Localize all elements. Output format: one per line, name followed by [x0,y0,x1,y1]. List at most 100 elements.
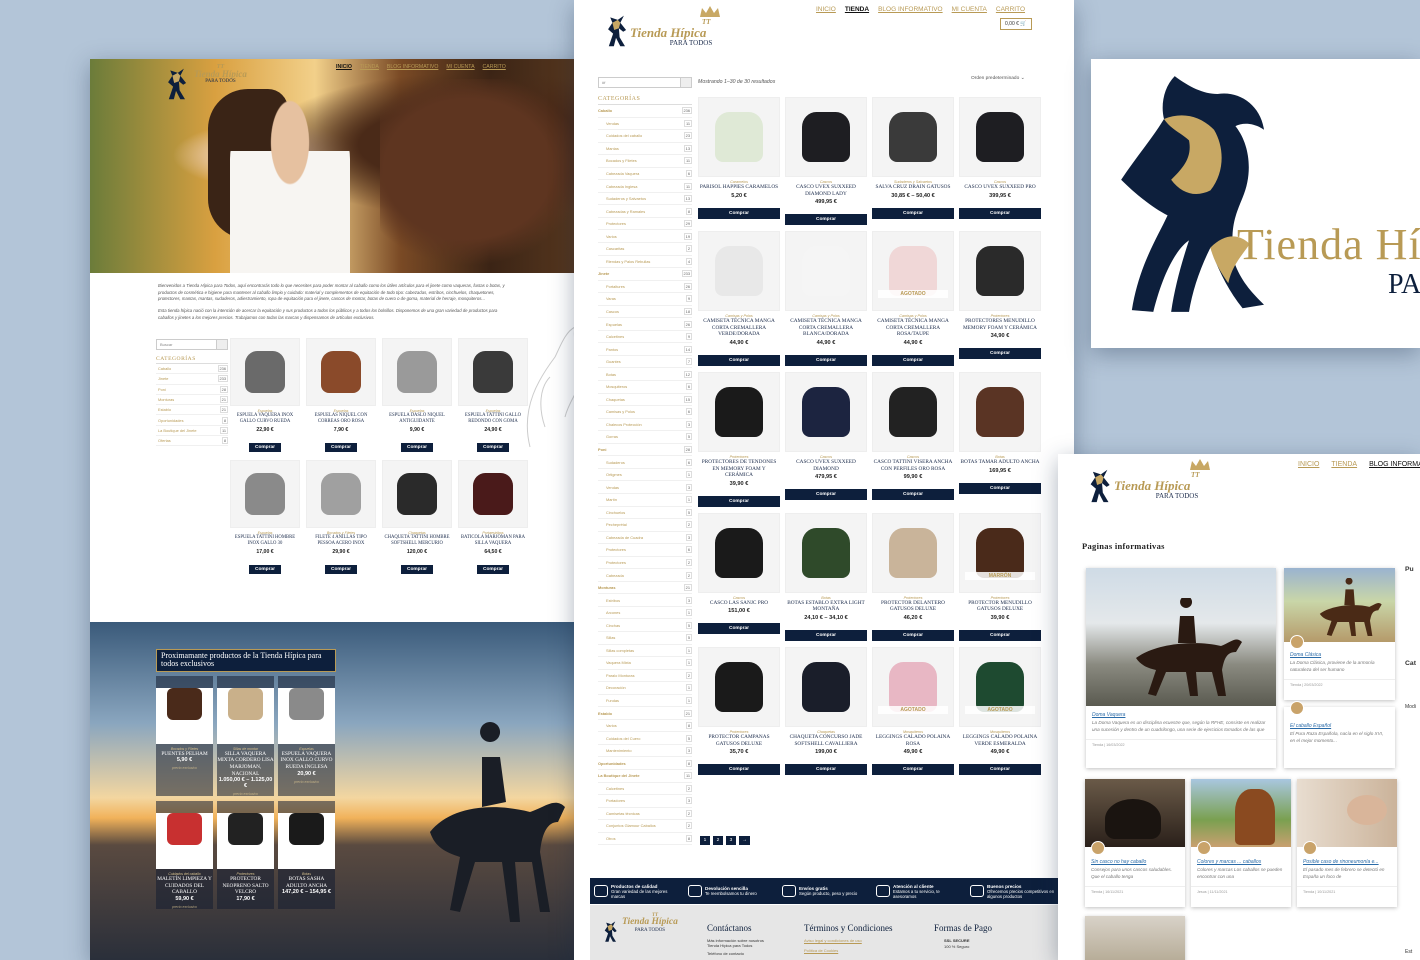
product-name[interactable]: Espuela Daslo niquel antiguidante [382,413,452,425]
category-item[interactable]: Poni 28 [598,444,692,457]
product-name[interactable]: Espuela vaquera inox gallo curvo rueda [230,413,300,425]
product-name[interactable]: Casco Uvex suxxeed pro [959,184,1041,191]
category-item[interactable]: Cascaritas 2 [598,243,692,256]
page-2[interactable]: 2 [713,836,723,845]
exclusive-name[interactable]: Espuela vaquera inox gallo curvo rueda i… [278,751,335,771]
buy-button[interactable]: Comprar [249,442,281,452]
category-item[interactable]: Cabezada de Cuadra 3 [598,532,692,545]
cookies-link[interactable]: Política de Cookies [804,948,838,953]
search-input[interactable]: #f [598,77,692,88]
category-item[interactable]: Chalecos Protección 3 [598,419,692,432]
product-image[interactable] [785,512,867,593]
product-image[interactable] [785,231,867,312]
product-name[interactable]: Leggings calado polaina verde esmeralda [959,734,1041,747]
category-item[interactable]: Decoración 1 [598,682,692,695]
logo[interactable]: TT Tienda Hípica PARA TODOS [158,64,247,102]
nav-cuenta[interactable]: MI CUENTA [446,64,474,70]
nav-blog[interactable]: BLOG INFORMATIVO [1369,461,1420,468]
category-item[interactable]: Cabezada Inglesa 11 [598,180,692,193]
category-item[interactable]: Calcetines 9 [598,331,692,344]
category-item[interactable]: Varios 19 [598,230,692,244]
nav-inicio[interactable]: INICIO [1298,461,1319,468]
exclusive-name[interactable]: Protector neopreno salto velcro [217,876,274,896]
cart-button[interactable]: 0,00 € 🛒 [1000,18,1032,30]
product-image[interactable] [698,512,780,593]
category-item[interactable]: La Boutique del Jinete 11 [598,770,692,783]
category-item[interactable]: Protectores 29 [598,218,692,231]
product-name[interactable]: Espuelas niquel con correas oro rosa [306,413,376,425]
category-item[interactable]: Protectores 2 [598,557,692,570]
product-name[interactable]: Filete 4 anillas tipo pessoa acero inox [306,535,376,547]
buy-button[interactable]: Comprar [698,355,780,367]
category-item[interactable]: Mosquiteros 6 [598,381,692,394]
category-item[interactable]: Caballo 236 [598,105,692,118]
category-item[interactable]: Riendas y Palos Rebullas 4 [598,256,692,269]
logo[interactable]: TT Tienda Hípica PARA TODOS [598,5,722,55]
page-1[interactable]: 1 [700,836,710,845]
product-name[interactable]: Casco LAS Sanjc pro [698,600,780,607]
buy-button[interactable]: Comprar [698,764,780,776]
buy-button[interactable]: Comprar [872,355,954,367]
product-image[interactable] [156,813,213,870]
product-image[interactable] [156,687,213,744]
category-item[interactable]: Gorras 5 [598,431,692,444]
product-image[interactable] [217,687,274,744]
blog-post-card[interactable]: Sin casco no hay caballo Consejos para u… [1085,779,1185,907]
blog-post-card[interactable]: Colores y marcas ... caballos Colores y … [1191,779,1291,907]
exclusive-name[interactable]: Silla vaquera mixta cordero lisa Marjoma… [217,751,274,777]
category-item[interactable]: Varas 9 [598,293,692,306]
product-name[interactable]: Leggings calado polaina rosa [872,734,954,747]
exclusive-name[interactable]: Botas Sasha adulto ancha [278,876,335,889]
buy-button[interactable]: Comprar [477,564,509,574]
product-name[interactable]: Protectores de tendones en memory foam y… [698,459,780,479]
category-item[interactable]: Guantes 7 [598,356,692,369]
product-name[interactable]: Camiseta técnica manga corta cremallera … [872,318,954,338]
product-name[interactable]: Espuela tattini hombre inox gallo 30 [230,535,300,547]
nav-inicio[interactable]: INICIO [336,64,352,70]
product-name[interactable]: Botas Tamar adulto ancha [959,459,1041,466]
product-image[interactable] [698,97,780,177]
category-item[interactable]: Paralo Monturas 2 [598,670,692,683]
category-item[interactable]: Martín 1 [598,494,692,507]
nav-cuenta[interactable]: MI CUENTA [952,6,987,13]
buy-button[interactable]: Comprar [325,564,357,574]
product-name[interactable]: Salva cruz drain gatusos [872,184,954,191]
buy-button[interactable]: Comprar [959,630,1041,642]
buy-button[interactable]: Comprar [785,214,867,226]
product-image[interactable] [382,338,452,406]
product-image[interactable] [382,459,452,528]
category-item[interactable]: Poni 28 [156,385,228,395]
product-image[interactable]: AGOTADO [959,647,1041,728]
category-item[interactable]: Cabezada 2 [598,569,692,582]
category-item[interactable]: Oportunidades 8 [598,757,692,770]
product-image[interactable] [230,459,300,528]
category-item[interactable]: Fundas 1 [598,695,692,708]
page-next[interactable]: → [739,836,750,845]
category-item[interactable]: Protectores 6 [598,544,692,557]
page-3[interactable]: 3 [726,836,736,845]
product-name[interactable]: Botas establo extra light montaña [785,600,867,613]
product-image[interactable]: AGOTADO [872,647,954,728]
search-input[interactable]: Buscar [156,339,228,350]
product-image[interactable] [872,512,954,593]
nav-carrito[interactable]: CARRITO [483,64,506,70]
category-item[interactable]: Botas 12 [598,368,692,382]
category-item[interactable]: Caballo 236 [156,364,228,375]
product-image[interactable] [230,338,300,406]
search-icon[interactable] [680,78,691,87]
buy-button[interactable]: Comprar [959,482,1041,494]
category-item[interactable]: Cuidados del caballo 23 [598,130,692,143]
buy-button[interactable]: Comprar [959,764,1041,776]
category-item[interactable]: La Boutique del Jinete 11 [156,426,228,437]
category-item[interactable]: Cabezada Vaquera 6 [598,168,692,181]
buy-button[interactable]: Comprar [785,630,867,642]
product-name[interactable]: Camiseta técnica manga corta cremallera … [785,318,867,338]
category-item[interactable]: Vendas 11 [598,118,692,131]
category-item[interactable]: Oportunidades 8 [156,415,228,426]
blog-post-card[interactable]: Posible caso de rinoneumonía e... El pas… [1297,779,1397,907]
nav-inicio[interactable]: INICIO [816,6,836,13]
nav-blog[interactable]: BLOG INFORMATIVO [387,64,439,70]
buy-button[interactable]: Comprar [698,207,780,219]
product-name[interactable]: Espuela tattini gallo redondo con goma [458,413,528,425]
nav-tienda[interactable]: TIENDA [360,64,379,70]
